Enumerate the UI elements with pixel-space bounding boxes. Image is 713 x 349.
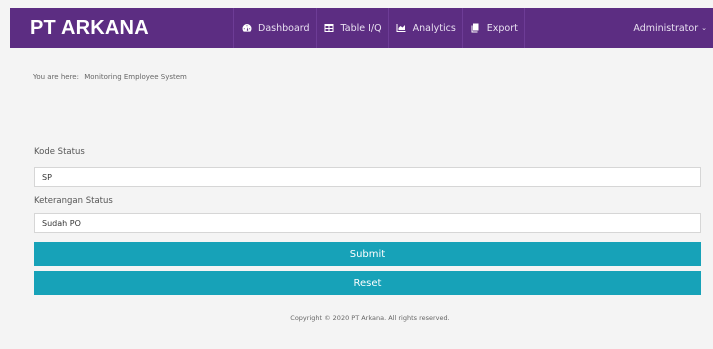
nav-label-table: Table I/Q bbox=[340, 22, 382, 34]
user-name: Administrator bbox=[633, 22, 699, 34]
breadcrumb: You are here: Monitoring Employee System bbox=[33, 73, 190, 81]
chevron-down-icon: ⌄ bbox=[701, 24, 707, 32]
kode-status-label: Kode Status bbox=[34, 147, 85, 157]
table-icon bbox=[324, 23, 335, 33]
nav-item-export[interactable]: Export bbox=[461, 8, 525, 48]
user-menu[interactable]: Administrator ⌄ bbox=[633, 8, 713, 48]
nav-item-dashboard[interactable]: Dashboard bbox=[233, 8, 316, 48]
area-chart-icon bbox=[396, 23, 407, 33]
nav-label-analytics: Analytics bbox=[412, 22, 456, 34]
breadcrumb-prefix: You are here: bbox=[33, 73, 79, 81]
keterangan-status-label: Keterangan Status bbox=[34, 196, 113, 206]
nav-item-table[interactable]: Table I/Q bbox=[315, 8, 388, 48]
reset-button[interactable]: Reset bbox=[34, 271, 701, 295]
nav-label-dashboard: Dashboard bbox=[258, 22, 310, 34]
status-form: Kode Status Keterangan Status Submit Res… bbox=[34, 144, 701, 295]
submit-button[interactable]: Submit bbox=[34, 242, 701, 266]
brand-logo[interactable]: PT ARKANA bbox=[30, 17, 149, 40]
dashboard-icon bbox=[241, 23, 252, 33]
footer-copyright: Copyright © 2020 PT Arkana. All rights r… bbox=[290, 314, 450, 322]
copy-icon bbox=[470, 23, 481, 33]
nav-menu: Dashboard Table I/Q Analytics Export bbox=[233, 8, 525, 48]
nav-item-analytics[interactable]: Analytics bbox=[387, 8, 462, 48]
top-navbar: PT ARKANA Dashboard Table I/Q Analytics … bbox=[10, 8, 713, 48]
breadcrumb-current[interactable]: Monitoring Employee System bbox=[84, 73, 187, 81]
keterangan-status-input[interactable] bbox=[34, 213, 701, 233]
kode-status-input[interactable] bbox=[34, 167, 701, 187]
nav-label-export: Export bbox=[486, 22, 518, 34]
